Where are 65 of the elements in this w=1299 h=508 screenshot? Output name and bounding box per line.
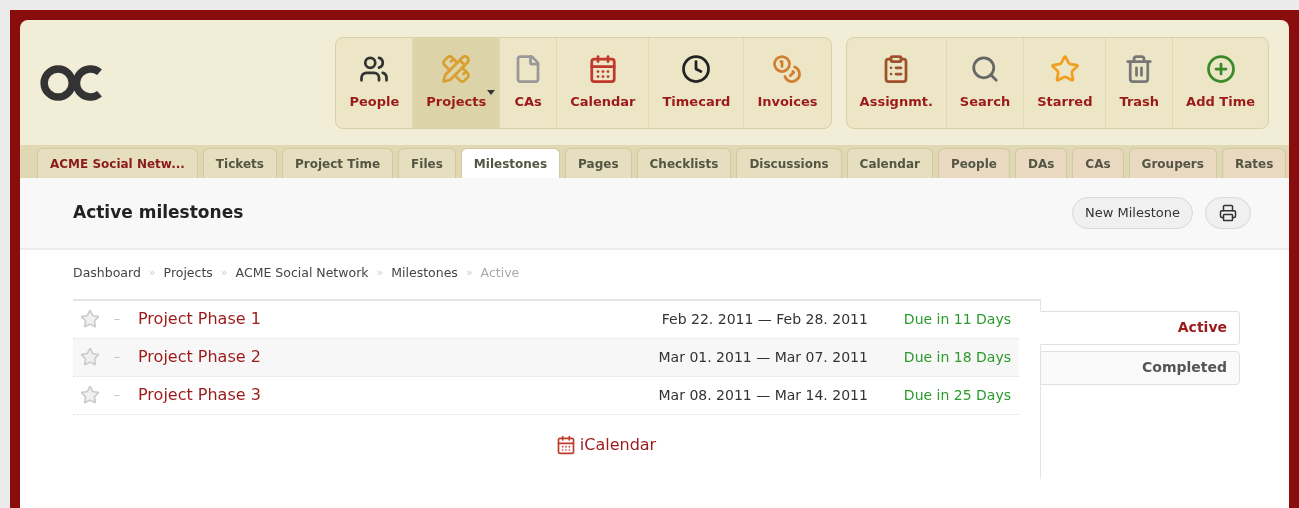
icalendar-link[interactable]: iCalendar — [555, 432, 657, 457]
tab[interactable]: ACME Social Netw... — [37, 148, 198, 178]
tab[interactable]: Groupers — [1128, 148, 1217, 178]
breadcrumb-link[interactable]: Milestones — [391, 264, 458, 283]
star-icon[interactable] — [80, 385, 100, 406]
star-icon[interactable] — [80, 309, 100, 330]
filter-tab[interactable]: Completed — [1040, 350, 1240, 385]
clock-icon — [681, 53, 712, 84]
nav-button[interactable]: Calendar — [556, 37, 649, 128]
coins-icon — [772, 53, 803, 84]
date-range: Mar 08. 2011 — Mar 14. 2011 — [658, 385, 868, 405]
page-title: Active milestones — [73, 201, 244, 225]
tab[interactable]: DAs — [1014, 148, 1068, 178]
tab[interactable]: Files — [398, 148, 456, 178]
tab[interactable]: Discussions — [736, 148, 842, 178]
add-icon — [1205, 53, 1236, 84]
nav-button[interactable]: Search — [945, 37, 1024, 128]
tab[interactable]: Tickets — [202, 148, 277, 178]
breadcrumb-link[interactable]: Projects — [163, 264, 213, 283]
nav-button[interactable]: Starred — [1023, 37, 1106, 128]
new-milestone-button[interactable]: New Milestone — [1072, 197, 1193, 229]
nav-button[interactable]: CAs — [499, 37, 557, 128]
milestone-link[interactable]: Project Phase 1 — [138, 307, 261, 332]
calendar-icon — [555, 434, 576, 455]
milestone-link[interactable]: Project Phase 2 — [138, 345, 261, 370]
tab[interactable]: People — [937, 148, 1010, 178]
milestone-link[interactable]: Project Phase 3 — [138, 383, 261, 408]
pencil-ruler-icon — [441, 53, 472, 84]
date-range: Feb 22. 2011 — Feb 28. 2011 — [661, 309, 868, 329]
tab[interactable]: Calendar — [846, 148, 933, 178]
tab[interactable]: Rates — [1221, 148, 1287, 178]
nav-button[interactable]: People — [336, 37, 413, 128]
star-icon — [1049, 53, 1080, 84]
nav-button[interactable]: Trash — [1105, 37, 1173, 128]
breadcrumb-link[interactable]: ACME Social Network — [235, 264, 369, 283]
nav-button[interactable]: Projects — [412, 37, 500, 128]
calendar-icon — [587, 53, 618, 84]
nav-button[interactable]: Add Time — [1172, 37, 1268, 128]
printer-icon — [1219, 204, 1237, 222]
people-icon — [359, 53, 390, 84]
tab[interactable]: Pages — [565, 148, 632, 178]
nav-button[interactable]: Assignmt. — [846, 37, 946, 128]
tab[interactable]: Checklists — [636, 148, 732, 178]
nav-button[interactable]: Timecard — [648, 37, 744, 128]
tab[interactable]: Project Time — [281, 148, 394, 178]
trash-icon — [1124, 53, 1155, 84]
due-status: Due in 25 Days — [903, 385, 1011, 405]
date-range: Mar 01. 2011 — Mar 07. 2011 — [658, 347, 868, 367]
due-status: Due in 11 Days — [903, 309, 1011, 329]
print-button[interactable] — [1205, 197, 1251, 229]
breadcrumb-separator: » — [465, 265, 473, 282]
star-icon[interactable] — [80, 347, 100, 368]
tab[interactable]: CAs — [1072, 148, 1124, 178]
dash-marker: – — [114, 311, 120, 329]
breadcrumb-separator: » — [148, 265, 156, 282]
due-status: Due in 18 Days — [903, 347, 1011, 367]
breadcrumb-separator: » — [220, 265, 228, 282]
tab[interactable]: Milestones — [460, 148, 561, 178]
breadcrumb-link[interactable]: Dashboard — [73, 264, 141, 283]
dash-marker: – — [114, 387, 120, 405]
nav-button[interactable]: Invoices — [743, 37, 831, 128]
dash-marker: – — [114, 349, 120, 367]
filter-tab[interactable]: Active — [1040, 310, 1240, 345]
breadcrumb-separator: » — [376, 265, 384, 282]
search-icon — [970, 53, 1000, 84]
